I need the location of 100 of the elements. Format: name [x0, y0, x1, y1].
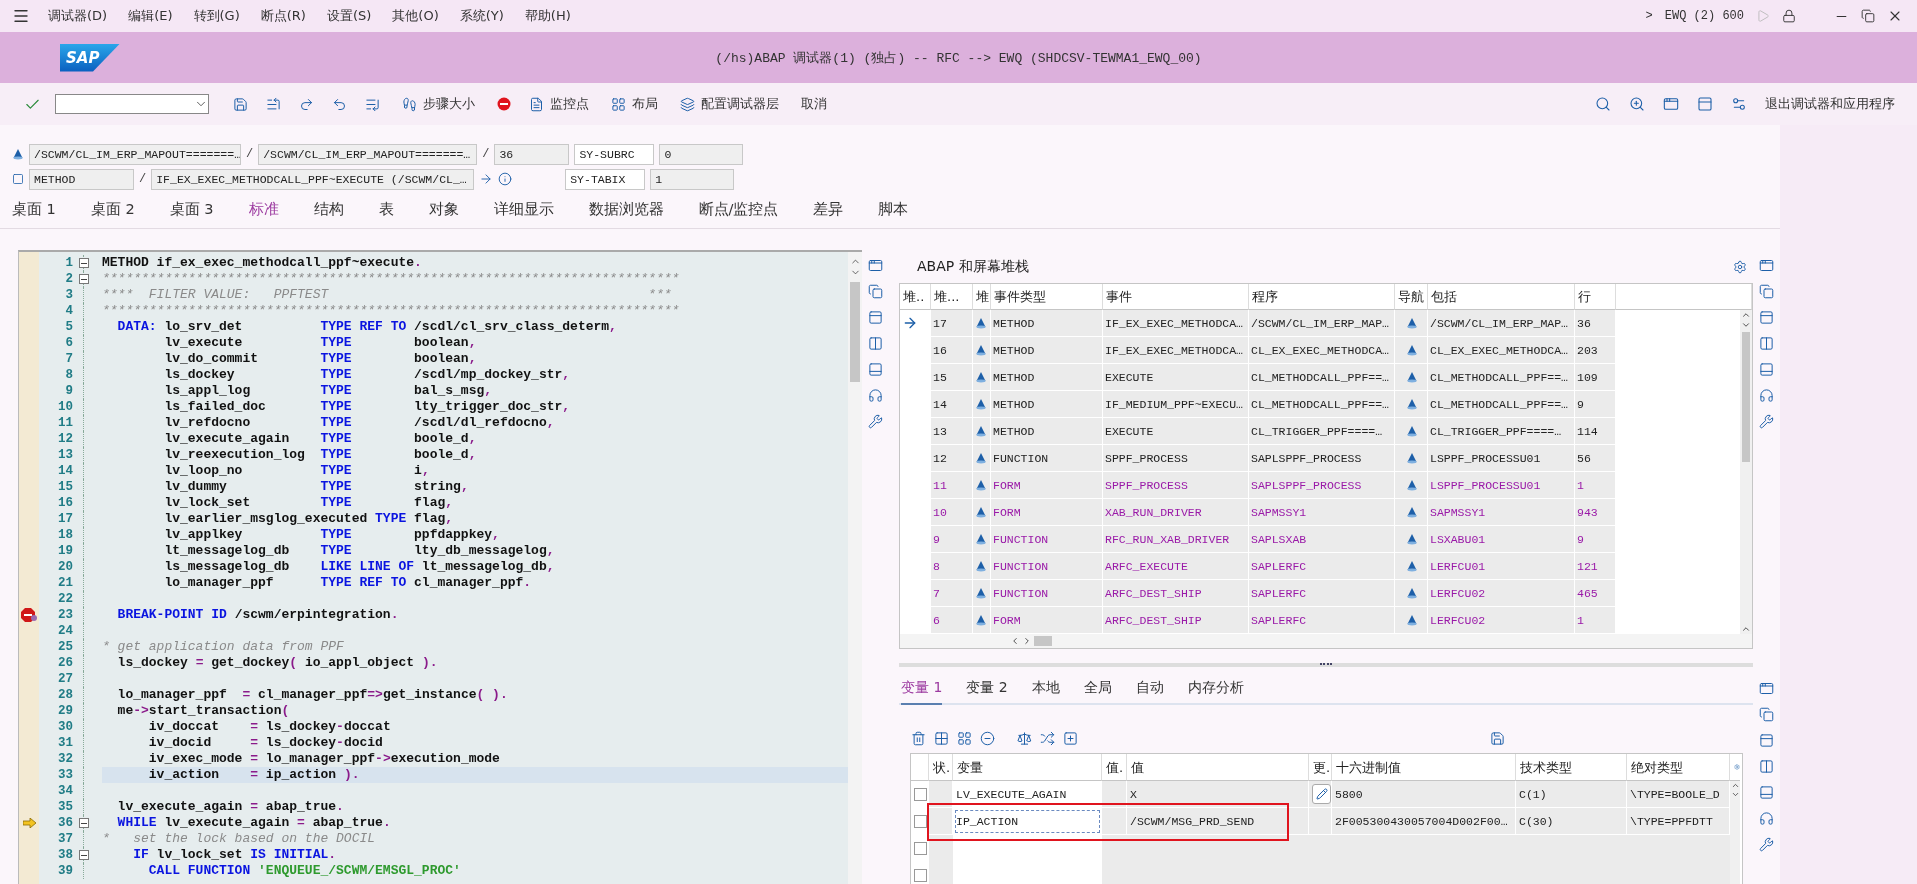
program-field[interactable]: /SCWM/CL_IM_ERP_MAPOUT=======…	[29, 143, 241, 165]
row-selector[interactable]	[914, 814, 927, 828]
menu-item[interactable]: 调试器(D)	[48, 7, 108, 25]
command-dropdown[interactable]	[55, 94, 209, 114]
wrench-icon[interactable]	[867, 414, 883, 429]
toolbar-button[interactable]: 步骤大小	[402, 95, 475, 113]
save-icon[interactable]	[1490, 730, 1505, 746]
tab[interactable]: 差异	[813, 200, 844, 228]
fold-toggle[interactable]	[79, 258, 89, 268]
column-header[interactable]: 行	[1575, 284, 1616, 310]
toolbar-button[interactable]: 配置调试器层	[680, 95, 779, 113]
copy-icon[interactable]	[867, 284, 883, 299]
expand-toggle[interactable]: >	[1645, 9, 1653, 23]
toolbar-button[interactable]: 取消	[801, 95, 827, 113]
column-header[interactable]: 导航	[1395, 284, 1428, 310]
menu-item[interactable]: 系统(Y)	[459, 7, 504, 25]
tab[interactable]: 桌面 1	[12, 200, 56, 228]
tab[interactable]: 全局	[1083, 679, 1112, 705]
panel-bottom-icon[interactable]	[867, 362, 883, 377]
row-selector[interactable]	[914, 868, 927, 882]
minus-circle-icon[interactable]	[980, 730, 995, 746]
panel-icon[interactable]	[1697, 96, 1713, 112]
tab[interactable]: 变量 1	[901, 679, 943, 705]
add-icon[interactable]	[1063, 730, 1078, 746]
scroll-left-icon[interactable]	[1010, 636, 1020, 646]
split-icon[interactable]	[1758, 759, 1774, 774]
exit-button[interactable]: 退出调试器和应用程序	[1765, 95, 1895, 113]
scrollbar-thumb[interactable]	[1034, 636, 1052, 646]
event-type-field[interactable]: METHOD	[29, 168, 134, 190]
column-header[interactable]: 堆..	[900, 284, 931, 310]
scale-icon[interactable]	[1017, 730, 1032, 746]
lock-icon[interactable]	[1782, 9, 1796, 23]
tab[interactable]: 自动	[1135, 679, 1164, 705]
return-button[interactable]	[332, 96, 347, 112]
settings-icon[interactable]	[1731, 96, 1747, 112]
tab[interactable]: 断点/监控点	[698, 200, 779, 228]
info-icon[interactable]	[498, 172, 513, 186]
toolbar-button[interactable]: 布局	[611, 95, 658, 113]
tab[interactable]: 标准	[248, 200, 279, 228]
split-icon[interactable]	[867, 336, 883, 351]
copy-icon[interactable]	[1758, 284, 1774, 299]
menu-item[interactable]: 其他(O)	[392, 7, 439, 25]
save-button[interactable]	[233, 96, 248, 112]
row-selector[interactable]	[914, 841, 927, 855]
settings-icon[interactable]	[1733, 259, 1747, 274]
panel-icon[interactable]	[867, 310, 883, 325]
scrollbar[interactable]	[1730, 781, 1740, 884]
line-field[interactable]: 36	[494, 143, 570, 165]
window-close-icon[interactable]	[1758, 681, 1774, 696]
fold-toggle[interactable]	[79, 818, 89, 828]
grid-outline-icon[interactable]	[957, 730, 972, 746]
menu-item[interactable]: 编辑(E)	[128, 7, 173, 25]
split-icon[interactable]	[1758, 336, 1774, 351]
step-into-button[interactable]	[266, 96, 281, 112]
row-selector[interactable]	[914, 787, 927, 801]
wrench-icon[interactable]	[1758, 414, 1774, 429]
scroll-up-icon[interactable]	[1730, 781, 1740, 790]
panel-icon[interactable]	[1758, 310, 1774, 325]
scroll-down-icon[interactable]	[1741, 320, 1751, 330]
tab[interactable]: 桌面 3	[169, 200, 214, 228]
scroll-down-icon[interactable]	[1730, 790, 1740, 799]
panel-bottom-icon[interactable]	[1758, 362, 1774, 377]
scroll-right-icon[interactable]	[1022, 636, 1032, 646]
event-field[interactable]: IF_EX_EXEC_METHODCALL_PPF~EXECUTE (/SCWM/CL_…	[151, 168, 475, 190]
menu-item[interactable]: 转到(G)	[193, 7, 240, 25]
continue-button[interactable]	[365, 96, 380, 112]
headset-icon[interactable]	[1758, 388, 1774, 403]
delete-icon[interactable]	[911, 730, 926, 746]
system-field-name[interactable]: SY-TABIX	[565, 168, 646, 190]
toolbar-button[interactable]: 监控点	[529, 95, 589, 113]
menu-item[interactable]: 帮助(H)	[524, 7, 571, 25]
fold-toggle[interactable]	[79, 274, 89, 284]
column-header[interactable]: 堆...	[931, 284, 973, 310]
panel-bottom-icon[interactable]	[1758, 785, 1774, 800]
window-close-icon[interactable]	[867, 258, 883, 273]
column-header[interactable]: 程序	[1249, 284, 1395, 310]
search-icon[interactable]	[1595, 96, 1611, 112]
tab[interactable]: 数据浏览器	[588, 200, 664, 228]
tab[interactable]: 对象	[428, 200, 459, 228]
column-header[interactable]: 堆	[973, 284, 991, 310]
system-field-value[interactable]: 1	[650, 168, 735, 190]
tab[interactable]: 本地	[1031, 679, 1060, 705]
column-header[interactable]: 事件	[1103, 284, 1249, 310]
column-header[interactable]: 事件类型	[991, 284, 1103, 310]
window-close-icon[interactable]	[1758, 258, 1774, 273]
system-field-name[interactable]: SY-SUBRC	[574, 143, 655, 165]
menu-item[interactable]: 断点(R)	[260, 7, 306, 25]
scroll-up-icon[interactable]	[1741, 624, 1751, 634]
menu-icon[interactable]	[12, 7, 30, 25]
scrollbar[interactable]	[1740, 310, 1752, 634]
step-over-button[interactable]	[299, 96, 314, 112]
stop-icon[interactable]	[497, 97, 511, 111]
tab[interactable]: 桌面 2	[90, 200, 135, 228]
scrollbar-thumb[interactable]	[1742, 332, 1750, 462]
wrench-icon[interactable]	[1758, 837, 1774, 852]
tab[interactable]: 内存分析	[1187, 679, 1244, 705]
scroll-up-icon[interactable]	[1741, 310, 1751, 320]
headset-icon[interactable]	[1758, 811, 1774, 826]
tab[interactable]: 脚本	[878, 200, 909, 228]
scrollbar-thumb[interactable]	[850, 282, 860, 382]
